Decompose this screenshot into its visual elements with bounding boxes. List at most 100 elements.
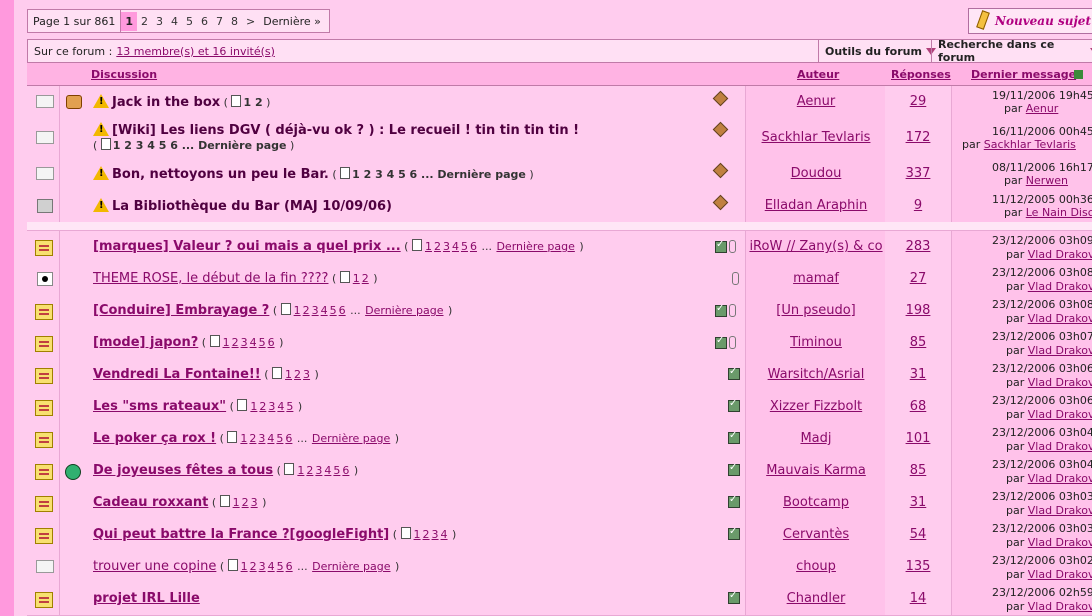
topic-pages-links[interactable]: 1 2 3 4 5 6 ... Dernière page bbox=[113, 139, 287, 152]
sort-arrow-icon[interactable] bbox=[1074, 70, 1083, 79]
topic-page-link[interactable]: 3 bbox=[251, 496, 258, 509]
last-message-author[interactable]: Aenur bbox=[1026, 102, 1059, 115]
topic-page-link[interactable]: 5 bbox=[277, 560, 284, 573]
topic-page-link[interactable]: 3 bbox=[432, 528, 439, 541]
topic-page-link[interactable]: 5 bbox=[330, 304, 337, 317]
topic-page-link[interactable]: 3 bbox=[312, 304, 319, 317]
topic-page-link[interactable]: 1 bbox=[240, 432, 247, 445]
replies-link[interactable]: 283 bbox=[906, 239, 931, 254]
topic-page-link[interactable]: 2 bbox=[249, 432, 256, 445]
last-message-author[interactable]: Sackhlar Tevlaris bbox=[984, 138, 1076, 151]
last-message-author[interactable]: Vlad Drakov bbox=[1028, 376, 1092, 389]
topic-page-link[interactable]: 1 bbox=[294, 304, 301, 317]
topic-page-link[interactable]: 2 bbox=[259, 400, 266, 413]
page-next[interactable]: > bbox=[242, 15, 259, 28]
sort-author[interactable]: Auteur bbox=[797, 68, 839, 81]
sort-last-message[interactable]: Dernier message bbox=[971, 68, 1076, 81]
topic-page-link[interactable]: 2 bbox=[306, 464, 313, 477]
replies-link[interactable]: 172 bbox=[906, 130, 931, 145]
author-link[interactable]: [Un pseudo] bbox=[776, 303, 856, 318]
replies-link[interactable]: 9 bbox=[914, 198, 922, 213]
replies-link[interactable]: 68 bbox=[910, 399, 927, 414]
topic-page-link[interactable]: 1 bbox=[285, 368, 292, 381]
author-link[interactable]: Timinou bbox=[790, 335, 842, 350]
replies-link[interactable]: 27 bbox=[910, 271, 927, 286]
topic-pages-links[interactable]: 1 2 3 4 5 6 ... Dernière page bbox=[352, 168, 526, 181]
page-link[interactable]: 3 bbox=[152, 15, 167, 28]
author-link[interactable]: Madj bbox=[800, 431, 831, 446]
topic-pages-links[interactable]: 1 2 bbox=[243, 96, 262, 109]
topic-page-link[interactable]: 6 bbox=[268, 336, 275, 349]
topic-title[interactable]: Qui peut battre la France ?[googleFight] bbox=[93, 527, 389, 542]
topic-page-link[interactable]: 2 bbox=[242, 496, 249, 509]
replies-link[interactable]: 31 bbox=[910, 367, 927, 382]
topic-page-link[interactable]: 6 bbox=[339, 304, 346, 317]
author-link[interactable]: Mauvais Karma bbox=[766, 463, 866, 478]
last-message-author[interactable]: Le Nain Disco bbox=[1026, 206, 1092, 219]
replies-link[interactable]: 14 bbox=[910, 591, 927, 606]
author-link[interactable]: Sackhlar Tevlaris bbox=[762, 130, 871, 145]
topic-page-link[interactable]: 3 bbox=[443, 240, 450, 253]
topic-last-page-link[interactable]: Dernière page bbox=[312, 560, 390, 573]
replies-link[interactable]: 101 bbox=[906, 431, 931, 446]
topic-page-link[interactable]: 2 bbox=[362, 272, 369, 285]
topic-page-link[interactable]: 2 bbox=[434, 240, 441, 253]
author-link[interactable]: Cervantès bbox=[783, 527, 849, 542]
topic-last-page-link[interactable]: Dernière page bbox=[496, 240, 574, 253]
topic-title[interactable]: Cadeau roxxant bbox=[93, 495, 208, 510]
last-message-author[interactable]: Vlad Drakov bbox=[1028, 504, 1092, 517]
topic-title[interactable]: THEME ROSE, le début de la fin ???? bbox=[93, 271, 328, 286]
topic-title[interactable]: [Conduire] Embrayage ? bbox=[93, 303, 269, 318]
replies-link[interactable]: 29 bbox=[910, 94, 927, 109]
topic-title[interactable]: trouver une copine bbox=[93, 559, 216, 574]
topic-page-link[interactable]: 1 bbox=[353, 272, 360, 285]
last-message-author[interactable]: Vlad Drakov bbox=[1028, 344, 1092, 357]
topic-last-page-link[interactable]: Dernière page bbox=[312, 432, 390, 445]
topic-page-link[interactable]: 3 bbox=[241, 336, 248, 349]
last-message-author[interactable]: Vlad Drakov bbox=[1028, 248, 1092, 261]
topic-page-link[interactable]: 6 bbox=[470, 240, 477, 253]
replies-link[interactable]: 85 bbox=[910, 463, 927, 478]
topic-title[interactable]: Vendredi La Fontaine!! bbox=[93, 367, 261, 382]
sort-discussion[interactable]: Discussion bbox=[91, 68, 157, 81]
author-link[interactable]: Doudou bbox=[791, 166, 842, 181]
replies-link[interactable]: 85 bbox=[910, 335, 927, 350]
forum-users-link[interactable]: 13 membre(s) et 16 invité(s) bbox=[116, 45, 275, 58]
author-link[interactable]: Chandler bbox=[787, 591, 846, 606]
author-link[interactable]: Warsitch/Asrial bbox=[768, 367, 865, 382]
last-message-author[interactable]: Vlad Drakov bbox=[1028, 312, 1092, 325]
topic-page-link[interactable]: 4 bbox=[268, 560, 275, 573]
topic-page-link[interactable]: 5 bbox=[276, 432, 283, 445]
author-link[interactable]: Bootcamp bbox=[783, 495, 849, 510]
topic-page-link[interactable]: 2 bbox=[303, 304, 310, 317]
author-link[interactable]: Aenur bbox=[797, 94, 836, 109]
topic-page-link[interactable]: 1 bbox=[241, 560, 248, 573]
topic-title[interactable]: De joyeuses fêtes a tous bbox=[93, 463, 273, 478]
topic-page-link[interactable]: 2 bbox=[423, 528, 430, 541]
replies-link[interactable]: 135 bbox=[906, 559, 931, 574]
topic-title[interactable]: [mode] japon? bbox=[93, 335, 198, 350]
topic-title[interactable]: projet IRL Lille bbox=[93, 591, 200, 606]
topic-page-link[interactable]: 3 bbox=[315, 464, 322, 477]
topic-page-link[interactable]: 4 bbox=[321, 304, 328, 317]
topic-page-link[interactable]: 4 bbox=[324, 464, 331, 477]
topic-page-link[interactable]: 4 bbox=[250, 336, 257, 349]
topic-title[interactable]: Jack in the box bbox=[112, 95, 220, 110]
author-link[interactable]: mamaf bbox=[793, 271, 839, 286]
last-message-author[interactable]: Vlad Drakov bbox=[1028, 408, 1092, 421]
last-message-author[interactable]: Vlad Drakov bbox=[1028, 600, 1092, 613]
topic-page-link[interactable]: 6 bbox=[286, 560, 293, 573]
topic-page-link[interactable]: 5 bbox=[333, 464, 340, 477]
forum-tools-menu[interactable]: Outils du forum bbox=[818, 40, 942, 62]
author-link[interactable]: iRoW // Zany(s) & co bbox=[749, 239, 882, 254]
topic-page-link[interactable]: 1 bbox=[414, 528, 421, 541]
topic-page-link[interactable]: 4 bbox=[267, 432, 274, 445]
topic-page-link[interactable]: 3 bbox=[258, 432, 265, 445]
topic-page-link[interactable]: 3 bbox=[259, 560, 266, 573]
topic-page-link[interactable]: 6 bbox=[285, 432, 292, 445]
replies-link[interactable]: 54 bbox=[910, 527, 927, 542]
last-message-author[interactable]: Vlad Drakov bbox=[1028, 472, 1092, 485]
topic-title[interactable]: Bon, nettoyons un peu le Bar. bbox=[112, 167, 329, 182]
replies-link[interactable]: 31 bbox=[910, 495, 927, 510]
page-link[interactable]: 4 bbox=[167, 15, 182, 28]
